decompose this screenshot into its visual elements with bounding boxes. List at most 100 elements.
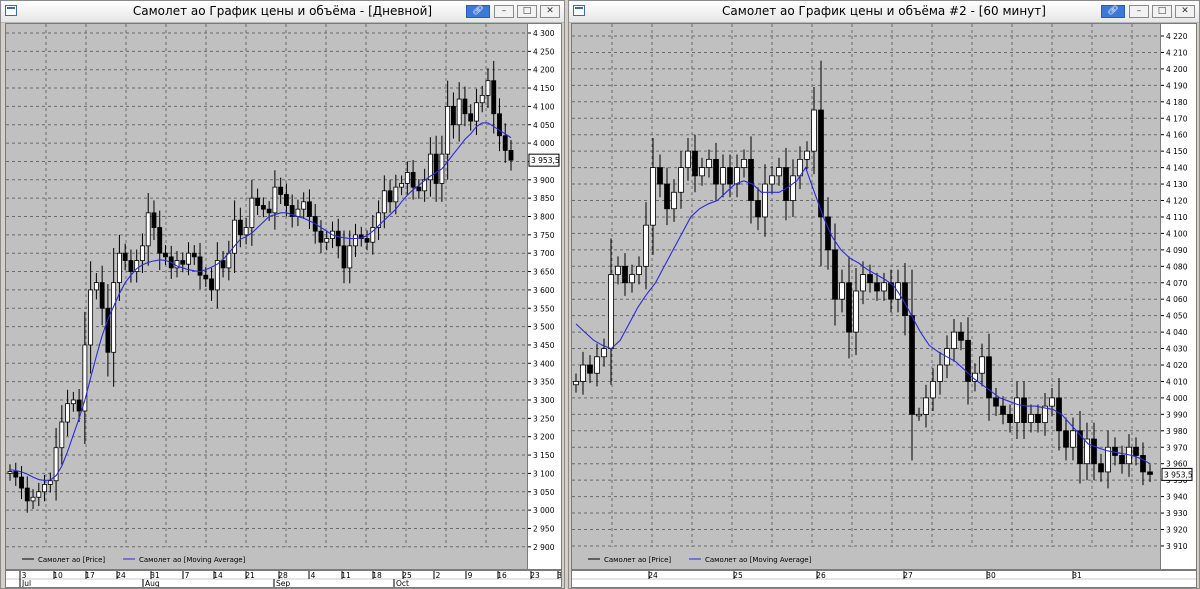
candle-body xyxy=(220,260,226,269)
x-tick-label: 26 xyxy=(816,571,826,580)
y-tick-label: 2 900 xyxy=(533,543,555,552)
candle-body xyxy=(720,167,726,185)
candle-body xyxy=(111,282,117,353)
candle-body xyxy=(445,106,451,155)
candle-body xyxy=(209,278,214,291)
y-tick-label: 3 000 xyxy=(533,506,555,515)
candle-body xyxy=(580,364,586,382)
close-button[interactable]: ✕ xyxy=(540,5,560,18)
y-tick-label: 4 140 xyxy=(1166,164,1188,173)
y-tick-label: 3 450 xyxy=(533,341,555,350)
candle-body xyxy=(491,80,497,115)
candle-body xyxy=(128,260,134,272)
candle-body xyxy=(664,183,670,210)
candle-body xyxy=(909,315,915,415)
x-tick-label: 11 xyxy=(341,571,351,580)
candle-body xyxy=(874,282,880,292)
link-icon[interactable]: 🔗︎ xyxy=(1101,5,1125,18)
candle-body xyxy=(1119,455,1125,465)
legend-ma-label: Самолет ао [Moving Average] xyxy=(705,556,812,564)
candlestick-chart[interactable]: Самолет ао [Price] Самолет ао [Moving Ave… xyxy=(6,24,527,569)
daily-chart-window[interactable]: Самолет ао График цены и объёма - [Дневн… xyxy=(0,0,565,589)
candle-body xyxy=(65,403,71,423)
hourly-chart-window[interactable]: Самолет ао График цены и объёма #2 - [60… xyxy=(568,0,1200,589)
candle-body xyxy=(615,265,621,275)
x-tick-label: 9 xyxy=(468,571,473,580)
y-tick-label: 4 010 xyxy=(1166,377,1188,386)
x-tick-label: 21 xyxy=(245,571,255,580)
y-tick-label: 3 700 xyxy=(533,249,555,258)
y-tick-label: 4 100 xyxy=(1166,229,1188,238)
window-titlebar[interactable]: Самолет ао График цены и объёма - [Дневн… xyxy=(1,1,564,23)
x-tick-label: 30 xyxy=(557,571,561,580)
candle-body xyxy=(76,399,82,412)
month-label: Jul xyxy=(21,579,31,587)
candle-body xyxy=(479,94,485,104)
minimize-button[interactable]: – xyxy=(494,5,514,18)
x-tick-label: 10 xyxy=(53,571,63,580)
candle-body xyxy=(122,252,128,261)
candle-body xyxy=(860,274,866,292)
close-button[interactable]: ✕ xyxy=(1175,5,1195,18)
minimize-button[interactable]: – xyxy=(1129,5,1149,18)
candle-body xyxy=(769,175,775,185)
candle-body xyxy=(587,364,593,374)
x-tick-label: 31 xyxy=(1072,571,1082,580)
candlestick-chart[interactable]: Самолет ао [Price] Самолет ао [Moving Ave… xyxy=(572,24,1160,569)
y-tick-label: 3 500 xyxy=(533,323,555,332)
candle-body xyxy=(324,238,330,243)
candle-body xyxy=(629,274,635,284)
price-plot-area[interactable]: Самолет ао [Price] Самолет ао [Moving Ave… xyxy=(571,23,1161,570)
candle-body xyxy=(678,167,684,193)
y-tick-label: 3 940 xyxy=(1166,493,1188,502)
candle-body xyxy=(706,158,712,168)
candle-body xyxy=(93,282,99,291)
y-tick-label: 4 200 xyxy=(533,66,555,75)
candle-body xyxy=(410,172,416,188)
candle-body xyxy=(140,245,145,261)
y-tick-label: 3 800 xyxy=(533,213,555,222)
y-tick-label: 4 100 xyxy=(533,102,555,111)
candle-body xyxy=(318,230,324,243)
month-label: Sep xyxy=(276,579,290,587)
candle-body xyxy=(24,487,30,502)
maximize-button[interactable]: □ xyxy=(1152,5,1172,18)
candle-body xyxy=(853,290,859,333)
candle-body xyxy=(923,397,929,415)
candle-body xyxy=(622,265,628,284)
candle-body xyxy=(1049,397,1055,407)
y-tick-label: 4 070 xyxy=(1166,279,1188,288)
y-tick-label: 4 190 xyxy=(1166,81,1188,90)
y-tick-label: 4 050 xyxy=(533,121,555,130)
legend-price-label: Самолет ао [Price] xyxy=(38,556,105,564)
time-axis[interactable]: 3101724317142128411182529162330JulAugSep… xyxy=(5,570,564,588)
y-tick-label: 3 980 xyxy=(1166,427,1188,436)
candle-body xyxy=(748,158,754,201)
y-tick-label: 3 400 xyxy=(533,359,555,368)
y-tick-label: 3 970 xyxy=(1166,443,1188,452)
price-axis[interactable]: 4 220 4 210 4 200 4 190 4 180 4 170 4 160 4 150… xyxy=(1161,23,1197,570)
y-tick-label: 3 100 xyxy=(533,469,555,478)
candle-body xyxy=(734,167,740,185)
candle-body xyxy=(353,234,358,247)
price-plot-area[interactable]: Самолет ао [Price] Самолет ао [Moving Ave… xyxy=(5,23,528,570)
price-axis[interactable]: 4 3004 2504 2004 1504 1004 0504 0003 950… xyxy=(528,23,562,570)
candle-body xyxy=(462,98,468,115)
candle-body xyxy=(157,227,163,254)
candle-body xyxy=(243,227,249,236)
last-price-label: 3 953,5 xyxy=(1164,470,1193,479)
candle-body xyxy=(762,183,768,218)
candle-body xyxy=(249,197,255,228)
candle-body xyxy=(36,491,42,498)
candle-body xyxy=(930,381,936,399)
x-tick-label: 17 xyxy=(85,571,95,580)
candle-body xyxy=(416,186,422,192)
link-icon[interactable]: 🔗︎ xyxy=(466,5,490,18)
time-axis[interactable]: 24 25 26 27 30 31 xyxy=(571,570,1197,588)
candle-body xyxy=(266,208,272,214)
maximize-button[interactable]: □ xyxy=(517,5,537,18)
candle-body xyxy=(839,282,845,300)
window-titlebar[interactable]: Самолет ао График цены и объёма #2 - [60… xyxy=(569,1,1199,23)
candle-body xyxy=(818,109,824,218)
candle-body xyxy=(42,484,47,493)
